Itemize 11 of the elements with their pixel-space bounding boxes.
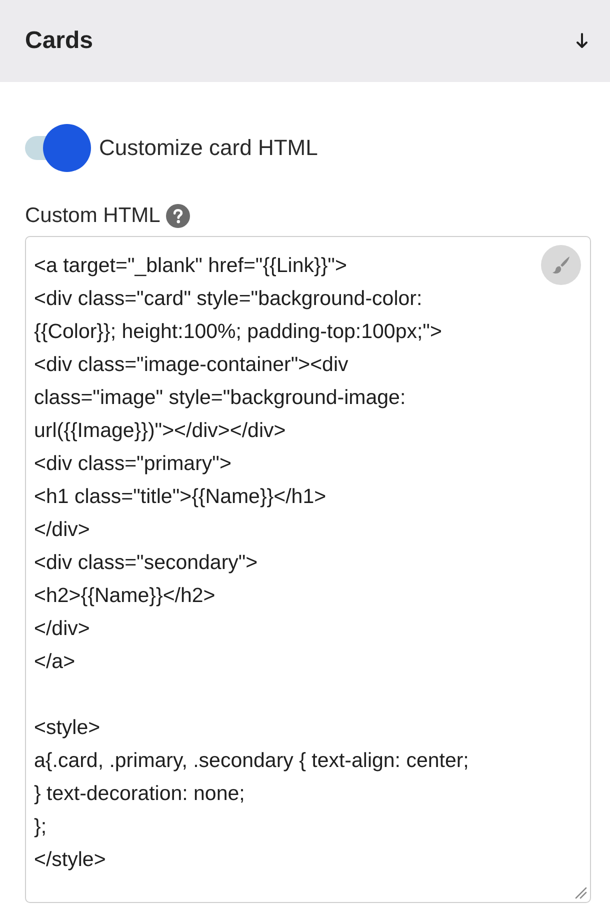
arrow-down-icon[interactable] [576,33,588,49]
help-icon[interactable] [166,204,190,228]
paintbrush-icon [551,255,571,275]
section-title: Cards [25,27,94,55]
resize-handle-icon[interactable] [575,887,587,899]
format-button[interactable] [541,245,581,285]
section-header[interactable]: Cards [0,0,610,82]
html-textarea[interactable]: <a target="_blank" href="{{Link}}"> <div class="card" style="background-color: {{Color}}; height:100%; padding-top:100px;"> <div class="image-container"><div class="image" style="background-image: url({{Image}})"></div></div> <div class="primary"> <h1 class="title">{{Name}}</h1> </div> <div class="secondary"> <h2>{{Name}}</h2> </div> </a> <style> a{.card, .primary, .secondary { text-align: center; } text-decoration: none; }; </style> [25,236,591,903]
toggle-switch[interactable] [25,124,91,172]
toggle-label: Customize card HTML [99,135,318,161]
field-label: Custom HTML [25,204,160,228]
